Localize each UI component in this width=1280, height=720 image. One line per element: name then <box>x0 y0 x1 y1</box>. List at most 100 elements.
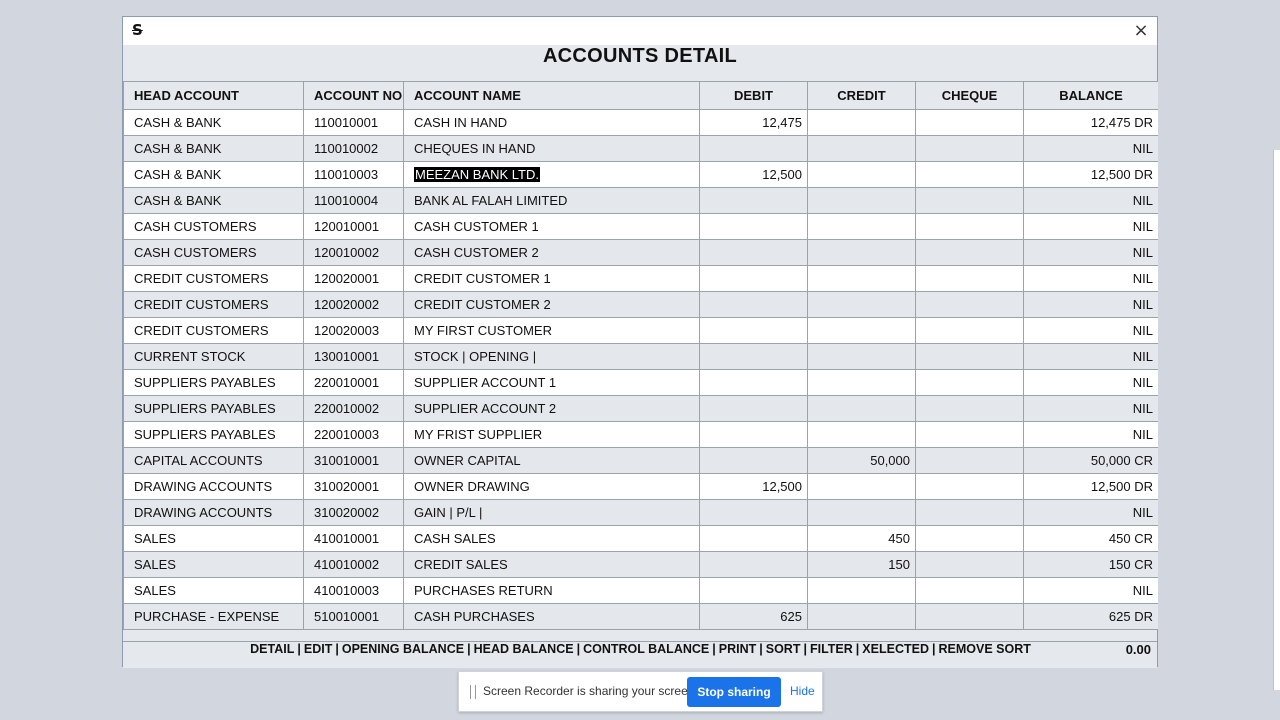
cell-credit[interactable] <box>807 395 916 422</box>
stop-sharing-button[interactable]: Stop sharing <box>687 677 781 707</box>
cell-credit[interactable] <box>807 499 916 526</box>
column-header-cheque[interactable]: CHEQUE <box>915 81 1024 110</box>
cell-head-account[interactable]: SUPPLIERS PAYABLES <box>123 421 304 448</box>
cell-head-account[interactable]: DRAWING ACCOUNTS <box>123 499 304 526</box>
column-header-debit[interactable]: DEBIT <box>699 81 808 110</box>
cell-debit[interactable] <box>699 265 808 292</box>
cell-debit[interactable] <box>699 421 808 448</box>
cell-head-account[interactable]: CAPITAL ACCOUNTS <box>123 447 304 474</box>
footer-menu-item-sort[interactable]: SORT <box>766 642 801 656</box>
cell-balance[interactable]: 150 CR <box>1023 551 1158 578</box>
cell-debit[interactable] <box>699 577 808 604</box>
cell-balance[interactable]: NIL <box>1023 577 1158 604</box>
cell-head-account[interactable]: CASH & BANK <box>123 135 304 162</box>
cell-account-no[interactable]: 410010001 <box>303 525 404 552</box>
table-row[interactable]: SALES 410010003 PURCHASES RETURN NIL <box>123 577 1158 604</box>
cell-head-account[interactable]: DRAWING ACCOUNTS <box>123 473 304 500</box>
cell-head-account[interactable]: PURCHASE - EXPENSE <box>123 603 304 630</box>
cell-credit[interactable] <box>807 421 916 448</box>
cell-head-account[interactable]: CASH & BANK <box>123 161 304 188</box>
cell-credit[interactable] <box>807 317 916 344</box>
cell-account-name[interactable]: STOCK | OPENING | <box>403 343 700 370</box>
footer-menu-item-filter[interactable]: FILTER <box>810 642 853 656</box>
drag-handle-icon[interactable] <box>470 685 476 699</box>
cell-account-no[interactable]: 410010002 <box>303 551 404 578</box>
cell-debit[interactable] <box>699 239 808 266</box>
cell-debit[interactable]: 12,500 <box>699 473 808 500</box>
cell-balance[interactable]: NIL <box>1023 291 1158 318</box>
footer-menu-item-opening-balance[interactable]: OPENING BALANCE <box>342 642 464 656</box>
cell-account-no[interactable]: 220010002 <box>303 395 404 422</box>
cell-account-name[interactable]: CREDIT SALES <box>403 551 700 578</box>
table-row[interactable]: CURRENT STOCK 130010001 STOCK | OPENING | N… <box>123 343 1158 370</box>
cell-debit[interactable] <box>699 291 808 318</box>
table-row[interactable]: DRAWING ACCOUNTS 310020002 GAIN | P/L | NIL <box>123 499 1158 526</box>
cell-account-name[interactable]: CREDIT CUSTOMER 2 <box>403 291 700 318</box>
cell-head-account[interactable]: CREDIT CUSTOMERS <box>123 265 304 292</box>
cell-cheque[interactable] <box>915 551 1024 578</box>
cell-account-no[interactable]: 110010001 <box>303 109 404 136</box>
footer-menu-item-xelected[interactable]: XELECTED <box>862 642 929 656</box>
cell-credit[interactable] <box>807 473 916 500</box>
cell-credit[interactable] <box>807 291 916 318</box>
cell-credit[interactable] <box>807 577 916 604</box>
cell-account-name[interactable]: OWNER DRAWING <box>403 473 700 500</box>
table-row[interactable]: CAPITAL ACCOUNTS 310010001 OWNER CAPITAL 50… <box>123 447 1158 474</box>
cell-account-name[interactable]: CASH PURCHASES <box>403 603 700 630</box>
cell-balance[interactable]: 12,475 DR <box>1023 109 1158 136</box>
cell-head-account[interactable]: CASH & BANK <box>123 109 304 136</box>
cell-cheque[interactable] <box>915 161 1024 188</box>
cell-balance[interactable]: NIL <box>1023 369 1158 396</box>
cell-cheque[interactable] <box>915 239 1024 266</box>
cell-account-name[interactable]: MY FRIST SUPPLIER <box>403 421 700 448</box>
cell-account-no[interactable]: 120010001 <box>303 213 404 240</box>
cell-cheque[interactable] <box>915 317 1024 344</box>
close-button[interactable]: × <box>1129 19 1153 43</box>
cell-balance[interactable]: 12,500 DR <box>1023 473 1158 500</box>
cell-balance[interactable]: NIL <box>1023 265 1158 292</box>
cell-balance[interactable]: NIL <box>1023 213 1158 240</box>
cell-account-name[interactable]: CASH CUSTOMER 2 <box>403 239 700 266</box>
cell-account-no[interactable]: 120020003 <box>303 317 404 344</box>
cell-credit[interactable] <box>807 135 916 162</box>
table-row[interactable]: SUPPLIERS PAYABLES 220010002 SUPPLIER ACCO… <box>123 395 1158 422</box>
cell-head-account[interactable]: SALES <box>123 551 304 578</box>
cell-head-account[interactable]: SUPPLIERS PAYABLES <box>123 369 304 396</box>
cell-account-name[interactable]: OWNER CAPITAL <box>403 447 700 474</box>
cell-credit[interactable]: 450 <box>807 525 916 552</box>
cell-head-account[interactable]: SUPPLIERS PAYABLES <box>123 395 304 422</box>
cell-account-no[interactable]: 130010001 <box>303 343 404 370</box>
cell-credit[interactable] <box>807 603 916 630</box>
cell-head-account[interactable]: CASH CUSTOMERS <box>123 213 304 240</box>
cell-account-name[interactable]: GAIN | P/L | <box>403 499 700 526</box>
cell-balance[interactable]: 625 DR <box>1023 603 1158 630</box>
cell-debit[interactable]: 625 <box>699 603 808 630</box>
cell-account-no[interactable]: 310020002 <box>303 499 404 526</box>
cell-debit[interactable] <box>699 395 808 422</box>
cell-debit[interactable] <box>699 187 808 214</box>
footer-menu-item-print[interactable]: PRINT <box>719 642 757 656</box>
footer-menu-item-head-balance[interactable]: HEAD BALANCE <box>474 642 574 656</box>
table-row[interactable]: SUPPLIERS PAYABLES 220010003 MY FRIST SUPP… <box>123 421 1158 448</box>
cell-debit[interactable] <box>699 499 808 526</box>
cell-cheque[interactable] <box>915 135 1024 162</box>
cell-account-no[interactable]: 310010001 <box>303 447 404 474</box>
cell-account-no[interactable]: 220010001 <box>303 369 404 396</box>
cell-head-account[interactable]: CASH CUSTOMERS <box>123 239 304 266</box>
cell-balance[interactable]: 12,500 DR <box>1023 161 1158 188</box>
table-row[interactable]: SALES 410010001 CASH SALES 450 450 CR <box>123 525 1158 552</box>
table-row[interactable]: DRAWING ACCOUNTS 310020001 OWNER DRAWING 12… <box>123 473 1158 500</box>
cell-cheque[interactable] <box>915 473 1024 500</box>
cell-balance[interactable]: NIL <box>1023 317 1158 344</box>
cell-debit[interactable] <box>699 135 808 162</box>
cell-cheque[interactable] <box>915 343 1024 370</box>
cell-account-name[interactable]: CHEQUES IN HAND <box>403 135 700 162</box>
cell-head-account[interactable]: CREDIT CUSTOMERS <box>123 291 304 318</box>
cell-cheque[interactable] <box>915 291 1024 318</box>
cell-credit[interactable]: 150 <box>807 551 916 578</box>
cell-debit[interactable] <box>699 317 808 344</box>
cell-account-no[interactable]: 220010003 <box>303 421 404 448</box>
cell-debit[interactable] <box>699 343 808 370</box>
table-row[interactable]: CASH & BANK 110010004 BANK AL FALAH LIMITE… <box>123 187 1158 214</box>
cell-credit[interactable] <box>807 213 916 240</box>
